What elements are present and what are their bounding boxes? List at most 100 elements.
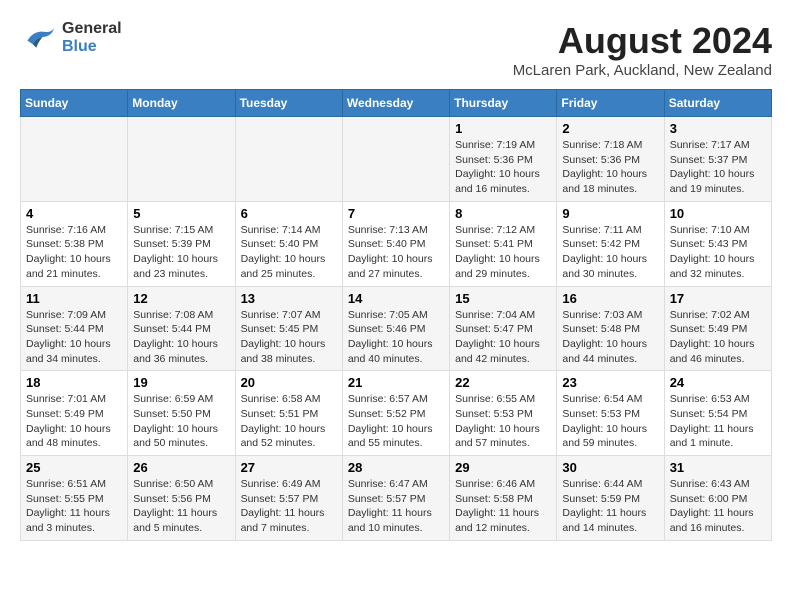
- day-number: 26: [133, 460, 229, 475]
- day-number: 25: [26, 460, 122, 475]
- calendar-day-cell: 4 Sunrise: 7:16 AM Sunset: 5:38 PM Daylig…: [21, 201, 128, 286]
- subtitle: McLaren Park, Auckland, New Zealand: [513, 62, 772, 79]
- day-number: 6: [241, 206, 337, 221]
- calendar-day-cell: 31 Sunrise: 6:43 AM Sunset: 6:00 PM Dayli…: [664, 456, 771, 541]
- logo: General Blue: [20, 20, 122, 56]
- calendar-day-cell: 30 Sunrise: 6:44 AM Sunset: 5:59 PM Dayli…: [557, 456, 664, 541]
- day-info: Sunrise: 7:16 AM Sunset: 5:38 PM Dayligh…: [26, 223, 122, 282]
- day-info: Sunrise: 6:59 AM Sunset: 5:50 PM Dayligh…: [133, 392, 229, 451]
- calendar-day-cell: 19Sunrise: 6:59 AM Sunset: 5:50 PM Dayli…: [128, 371, 235, 456]
- day-info: Sunrise: 6:53 AM Sunset: 5:54 PM Dayligh…: [670, 392, 766, 451]
- logo-text: General Blue: [62, 20, 122, 56]
- day-of-week-header: Friday: [557, 90, 664, 117]
- day-info: Sunrise: 7:03 AM Sunset: 5:48 PM Dayligh…: [562, 308, 658, 367]
- logo-icon: [20, 23, 56, 53]
- calendar-day-cell: 3 Sunrise: 7:17 AM Sunset: 5:37 PM Daylig…: [664, 117, 771, 202]
- day-number: 23: [562, 375, 658, 390]
- day-info: Sunrise: 6:46 AM Sunset: 5:58 PM Dayligh…: [455, 477, 551, 536]
- day-info: Sunrise: 7:18 AM Sunset: 5:36 PM Dayligh…: [562, 138, 658, 197]
- title-block: August 2024 McLaren Park, Auckland, New …: [513, 20, 772, 79]
- day-number: 3: [670, 121, 766, 136]
- day-info: Sunrise: 7:19 AM Sunset: 5:36 PM Dayligh…: [455, 138, 551, 197]
- calendar-day-cell: [21, 117, 128, 202]
- calendar-day-cell: 11 Sunrise: 7:09 AM Sunset: 5:44 PM Dayli…: [21, 286, 128, 371]
- page-header: General Blue August 2024 McLaren Park, A…: [20, 20, 772, 79]
- day-number: 24: [670, 375, 766, 390]
- day-number: 7: [348, 206, 444, 221]
- day-number: 17: [670, 291, 766, 306]
- day-number: 27: [241, 460, 337, 475]
- day-info: Sunrise: 6:51 AM Sunset: 5:55 PM Dayligh…: [26, 477, 122, 536]
- calendar-day-cell: 10 Sunrise: 7:10 AM Sunset: 5:43 PM Dayli…: [664, 201, 771, 286]
- calendar-week-row: 1 Sunrise: 7:19 AM Sunset: 5:36 PM Daylig…: [21, 117, 772, 202]
- calendar-day-cell: 17 Sunrise: 7:02 AM Sunset: 5:49 PM Dayli…: [664, 286, 771, 371]
- calendar-week-row: 18 Sunrise: 7:01 AM Sunset: 5:49 PM Dayli…: [21, 371, 772, 456]
- day-info: Sunrise: 7:15 AM Sunset: 5:39 PM Dayligh…: [133, 223, 229, 282]
- day-number: 31: [670, 460, 766, 475]
- calendar-day-cell: 27 Sunrise: 6:49 AM Sunset: 5:57 PM Dayli…: [235, 456, 342, 541]
- day-info: Sunrise: 7:17 AM Sunset: 5:37 PM Dayligh…: [670, 138, 766, 197]
- day-info: Sunrise: 6:50 AM Sunset: 5:56 PM Dayligh…: [133, 477, 229, 536]
- calendar-day-cell: 28Sunrise: 6:47 AM Sunset: 5:57 PM Dayli…: [342, 456, 449, 541]
- calendar-day-cell: 29 Sunrise: 6:46 AM Sunset: 5:58 PM Dayli…: [450, 456, 557, 541]
- calendar-day-cell: [128, 117, 235, 202]
- day-info: Sunrise: 6:57 AM Sunset: 5:52 PM Dayligh…: [348, 392, 444, 451]
- calendar-day-cell: 7 Sunrise: 7:13 AM Sunset: 5:40 PM Daylig…: [342, 201, 449, 286]
- calendar-day-cell: 1 Sunrise: 7:19 AM Sunset: 5:36 PM Daylig…: [450, 117, 557, 202]
- calendar-week-row: 25 Sunrise: 6:51 AM Sunset: 5:55 PM Dayli…: [21, 456, 772, 541]
- day-number: 11: [26, 291, 122, 306]
- calendar-day-cell: 23 Sunrise: 6:54 AM Sunset: 5:53 PM Dayli…: [557, 371, 664, 456]
- day-number: 4: [26, 206, 122, 221]
- day-info: Sunrise: 7:14 AM Sunset: 5:40 PM Dayligh…: [241, 223, 337, 282]
- day-info: Sunrise: 7:01 AM Sunset: 5:49 PM Dayligh…: [26, 392, 122, 451]
- day-info: Sunrise: 7:13 AM Sunset: 5:40 PM Dayligh…: [348, 223, 444, 282]
- calendar-table: SundayMondayTuesdayWednesdayThursdayFrid…: [20, 89, 772, 541]
- day-number: 21: [348, 375, 444, 390]
- day-number: 2: [562, 121, 658, 136]
- day-number: 12: [133, 291, 229, 306]
- day-number: 16: [562, 291, 658, 306]
- calendar-day-cell: 24 Sunrise: 6:53 AM Sunset: 5:54 PM Dayli…: [664, 371, 771, 456]
- day-number: 5: [133, 206, 229, 221]
- day-number: 13: [241, 291, 337, 306]
- calendar-day-cell: 13 Sunrise: 7:07 AM Sunset: 5:45 PM Dayli…: [235, 286, 342, 371]
- calendar-day-cell: 20Sunrise: 6:58 AM Sunset: 5:51 PM Dayli…: [235, 371, 342, 456]
- day-info: Sunrise: 6:49 AM Sunset: 5:57 PM Dayligh…: [241, 477, 337, 536]
- day-info: Sunrise: 7:11 AM Sunset: 5:42 PM Dayligh…: [562, 223, 658, 282]
- calendar-day-cell: 2 Sunrise: 7:18 AM Sunset: 5:36 PM Daylig…: [557, 117, 664, 202]
- day-info: Sunrise: 6:44 AM Sunset: 5:59 PM Dayligh…: [562, 477, 658, 536]
- day-number: 18: [26, 375, 122, 390]
- day-number: 15: [455, 291, 551, 306]
- calendar-day-cell: 25 Sunrise: 6:51 AM Sunset: 5:55 PM Dayli…: [21, 456, 128, 541]
- calendar-day-cell: 26 Sunrise: 6:50 AM Sunset: 5:56 PM Dayli…: [128, 456, 235, 541]
- day-info: Sunrise: 7:07 AM Sunset: 5:45 PM Dayligh…: [241, 308, 337, 367]
- calendar-day-cell: 5 Sunrise: 7:15 AM Sunset: 5:39 PM Daylig…: [128, 201, 235, 286]
- day-number: 29: [455, 460, 551, 475]
- day-info: Sunrise: 7:02 AM Sunset: 5:49 PM Dayligh…: [670, 308, 766, 367]
- day-number: 9: [562, 206, 658, 221]
- day-number: 1: [455, 121, 551, 136]
- day-of-week-header: Thursday: [450, 90, 557, 117]
- calendar-week-row: 11 Sunrise: 7:09 AM Sunset: 5:44 PM Dayli…: [21, 286, 772, 371]
- day-info: Sunrise: 7:04 AM Sunset: 5:47 PM Dayligh…: [455, 308, 551, 367]
- day-number: 28: [348, 460, 444, 475]
- day-of-week-header: Wednesday: [342, 90, 449, 117]
- day-info: Sunrise: 6:54 AM Sunset: 5:53 PM Dayligh…: [562, 392, 658, 451]
- day-of-week-header: Monday: [128, 90, 235, 117]
- calendar-day-cell: 6 Sunrise: 7:14 AM Sunset: 5:40 PM Daylig…: [235, 201, 342, 286]
- header-row: SundayMondayTuesdayWednesdayThursdayFrid…: [21, 90, 772, 117]
- calendar-day-cell: 8Sunrise: 7:12 AM Sunset: 5:41 PM Daylig…: [450, 201, 557, 286]
- day-info: Sunrise: 7:08 AM Sunset: 5:44 PM Dayligh…: [133, 308, 229, 367]
- calendar-day-cell: 18 Sunrise: 7:01 AM Sunset: 5:49 PM Dayli…: [21, 371, 128, 456]
- calendar-week-row: 4 Sunrise: 7:16 AM Sunset: 5:38 PM Daylig…: [21, 201, 772, 286]
- calendar-day-cell: 14Sunrise: 7:05 AM Sunset: 5:46 PM Dayli…: [342, 286, 449, 371]
- calendar-day-cell: 9 Sunrise: 7:11 AM Sunset: 5:42 PM Daylig…: [557, 201, 664, 286]
- calendar-day-cell: 22Sunrise: 6:55 AM Sunset: 5:53 PM Dayli…: [450, 371, 557, 456]
- day-info: Sunrise: 6:43 AM Sunset: 6:00 PM Dayligh…: [670, 477, 766, 536]
- calendar-day-cell: 12 Sunrise: 7:08 AM Sunset: 5:44 PM Dayli…: [128, 286, 235, 371]
- calendar-day-cell: 21 Sunrise: 6:57 AM Sunset: 5:52 PM Dayli…: [342, 371, 449, 456]
- day-number: 10: [670, 206, 766, 221]
- day-number: 30: [562, 460, 658, 475]
- day-info: Sunrise: 7:09 AM Sunset: 5:44 PM Dayligh…: [26, 308, 122, 367]
- day-info: Sunrise: 7:10 AM Sunset: 5:43 PM Dayligh…: [670, 223, 766, 282]
